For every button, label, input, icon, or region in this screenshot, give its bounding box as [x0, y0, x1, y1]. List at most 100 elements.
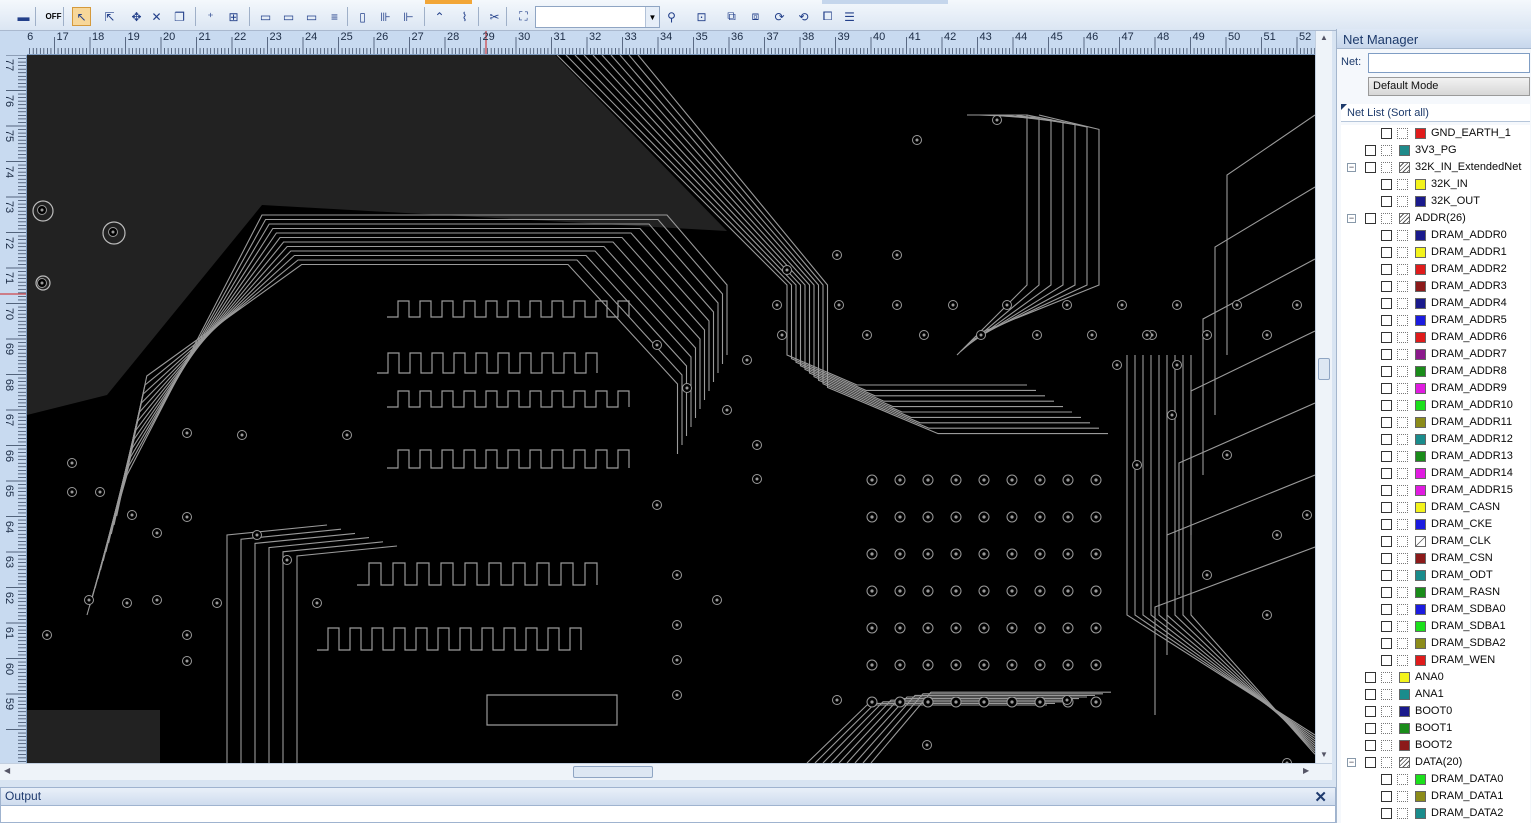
net-highlight-toggle[interactable] — [1397, 570, 1408, 581]
measure-icon[interactable]: ✂ — [485, 7, 504, 26]
net-color-swatch[interactable] — [1415, 638, 1426, 649]
net-color-swatch[interactable] — [1415, 791, 1426, 802]
net-visibility-checkbox[interactable] — [1381, 638, 1392, 649]
net-list-header[interactable]: Net List (Sort all) — [1341, 104, 1530, 122]
net-highlight-toggle[interactable] — [1381, 723, 1392, 734]
net-visibility-checkbox[interactable] — [1381, 808, 1392, 819]
net-highlight-toggle[interactable] — [1397, 434, 1408, 445]
net-visibility-checkbox[interactable] — [1381, 604, 1392, 615]
net-list-item[interactable]: DRAM_ODT — [1341, 567, 1530, 584]
net-highlight-toggle[interactable] — [1397, 519, 1408, 530]
net-visibility-checkbox[interactable] — [1381, 315, 1392, 326]
net-highlight-toggle[interactable] — [1397, 451, 1408, 462]
scroll-left-arrow-icon[interactable]: ◀ — [4, 766, 10, 775]
net-color-swatch[interactable] — [1415, 570, 1426, 581]
net-list-item[interactable]: DRAM_ADDR8 — [1341, 363, 1530, 380]
document-tab-strip[interactable] — [425, 0, 472, 4]
align-icon[interactable]: ⊪ — [376, 7, 395, 26]
net-color-swatch[interactable] — [1415, 315, 1426, 326]
horizontal-scrollbar[interactable]: ◀ ▶ — [0, 763, 1332, 780]
net-list-item[interactable]: DRAM_ADDR3 — [1341, 278, 1530, 295]
net-list-item[interactable]: − ADDR(26) — [1341, 210, 1530, 227]
net-visibility-checkbox[interactable] — [1381, 230, 1392, 241]
net-highlight-toggle[interactable] — [1397, 485, 1408, 496]
net-list-item[interactable]: DRAM_DATA2 — [1341, 805, 1530, 822]
net-color-swatch[interactable] — [1415, 264, 1426, 275]
drc2-icon[interactable]: ⧈ — [746, 7, 765, 26]
net-highlight-toggle[interactable] — [1397, 553, 1408, 564]
net-color-swatch[interactable] — [1415, 519, 1426, 530]
net-highlight-toggle[interactable] — [1397, 587, 1408, 598]
pcb-canvas[interactable] — [27, 55, 1315, 763]
net-visibility-checkbox[interactable] — [1381, 655, 1392, 666]
net-highlight-toggle[interactable] — [1397, 621, 1408, 632]
close-icon[interactable]: ✕ — [1314, 788, 1327, 806]
net-color-swatch[interactable] — [1415, 774, 1426, 785]
net-highlight-toggle[interactable] — [1397, 247, 1408, 258]
move-cross-icon[interactable]: ✥ — [127, 7, 146, 26]
net-highlight-toggle[interactable] — [1397, 128, 1408, 139]
net-list-item[interactable]: DRAM_RASN — [1341, 584, 1530, 601]
net-visibility-checkbox[interactable] — [1365, 145, 1376, 156]
net-list-item[interactable]: ANA1 — [1341, 686, 1530, 703]
layers-icon[interactable]: ≡ — [325, 7, 344, 26]
net-color-swatch[interactable] — [1415, 332, 1426, 343]
net-highlight-toggle[interactable] — [1397, 179, 1408, 190]
net-visibility-checkbox[interactable] — [1381, 621, 1392, 632]
drc-icon[interactable]: ⧉ — [722, 7, 741, 26]
net-list-item[interactable]: DRAM_ADDR4 — [1341, 295, 1530, 312]
net-color-swatch[interactable] — [1415, 502, 1426, 513]
pcb-layout[interactable] — [27, 55, 1315, 763]
net-color-swatch[interactable] — [1415, 655, 1426, 666]
net-color-swatch[interactable] — [1415, 349, 1426, 360]
net-list-item[interactable]: DRAM_ADDR6 — [1341, 329, 1530, 346]
delete-icon[interactable]: ✕ — [147, 7, 166, 26]
net-visibility-checkbox[interactable] — [1381, 179, 1392, 190]
net-highlight-toggle[interactable] — [1397, 264, 1408, 275]
net-list-item[interactable]: BOOT0 — [1341, 703, 1530, 720]
net-color-swatch[interactable] — [1415, 298, 1426, 309]
net-list-item[interactable]: DRAM_ADDR9 — [1341, 380, 1530, 397]
net-highlight-toggle[interactable] — [1397, 315, 1408, 326]
net-highlight-toggle[interactable] — [1397, 298, 1408, 309]
collapse-icon[interactable]: − — [1347, 758, 1356, 767]
net-list-item[interactable]: DRAM_ADDR1 — [1341, 244, 1530, 261]
net-color-swatch[interactable] — [1415, 587, 1426, 598]
net-color-swatch[interactable] — [1399, 213, 1410, 224]
select-icon[interactable]: ↖ — [72, 7, 91, 26]
net-color-swatch[interactable] — [1399, 689, 1410, 700]
report-icon[interactable]: ☰ — [840, 7, 859, 26]
net-highlight-toggle[interactable] — [1397, 332, 1408, 343]
rect-icon[interactable]: ▭ — [256, 7, 275, 26]
net-list-item[interactable]: DRAM_DATA1 — [1341, 788, 1530, 805]
vertical-scrollbar[interactable]: ▲ ▼ — [1315, 31, 1332, 763]
net-search-input[interactable] — [1368, 53, 1530, 73]
net-visibility-checkbox[interactable] — [1381, 553, 1392, 564]
net-visibility-checkbox[interactable] — [1381, 366, 1392, 377]
zoom-icon[interactable]: ⚲ — [662, 7, 681, 26]
horizontal-scroll-thumb[interactable] — [573, 766, 653, 778]
net-visibility-checkbox[interactable] — [1381, 468, 1392, 479]
net-color-swatch[interactable] — [1415, 485, 1426, 496]
rect3-icon[interactable]: ▭ — [302, 7, 321, 26]
copy-icon[interactable]: ❐ — [170, 7, 189, 26]
refresh-icon[interactable]: ⟳ — [770, 7, 789, 26]
net-list-item[interactable]: DRAM_ADDR10 — [1341, 397, 1530, 414]
net-list-item[interactable]: DRAM_ADDR5 — [1341, 312, 1530, 329]
net-highlight-toggle[interactable] — [1397, 604, 1408, 615]
net-visibility-checkbox[interactable] — [1381, 400, 1392, 411]
net-visibility-checkbox[interactable] — [1381, 281, 1392, 292]
net-highlight-toggle[interactable] — [1381, 757, 1392, 768]
net-color-swatch[interactable] — [1415, 553, 1426, 564]
net-color-swatch[interactable] — [1415, 400, 1426, 411]
net-visibility-checkbox[interactable] — [1381, 502, 1392, 513]
off-button[interactable]: OFF — [44, 7, 63, 26]
net-color-swatch[interactable] — [1399, 162, 1410, 173]
net-list-item[interactable]: DRAM_DATA0 — [1341, 771, 1530, 788]
net-color-swatch[interactable] — [1399, 723, 1410, 734]
ruler-v-icon[interactable]: ▯ — [353, 7, 372, 26]
scroll-up-arrow-icon[interactable]: ▲ — [1320, 33, 1328, 42]
net-list-item[interactable]: DRAM_CLK — [1341, 533, 1530, 550]
net-list-item[interactable]: DRAM_WEN — [1341, 652, 1530, 669]
net-list-item[interactable]: ANA0 — [1341, 669, 1530, 686]
